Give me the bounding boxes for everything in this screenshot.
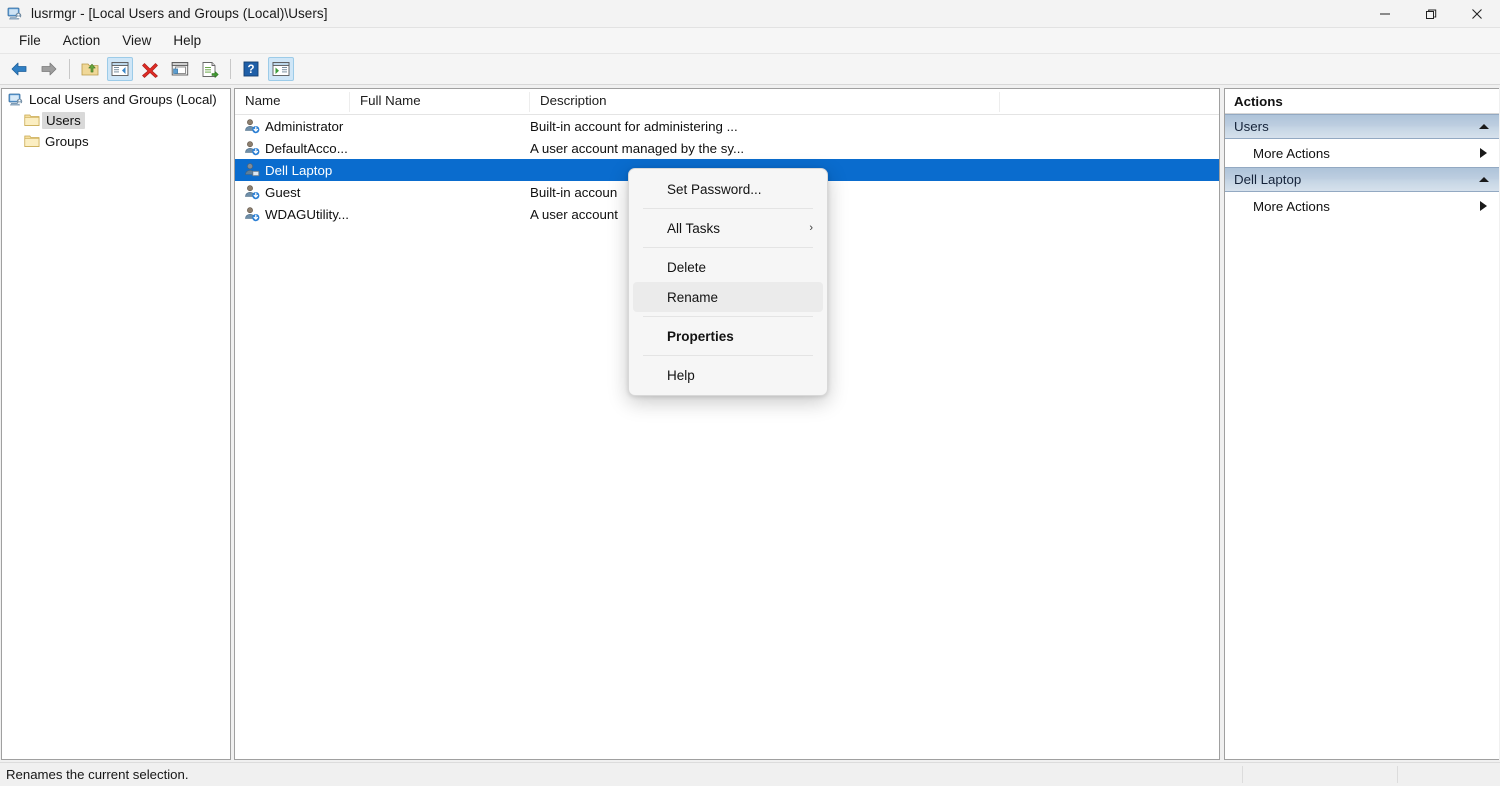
row-name-cell: WDAGUtility... bbox=[235, 206, 530, 222]
row-name-text: Guest bbox=[265, 185, 300, 200]
row-name-cell: DefaultAcco... bbox=[235, 140, 530, 156]
context-menu-separator bbox=[643, 316, 813, 317]
up-folder-icon[interactable] bbox=[77, 57, 103, 81]
minimize-button[interactable] bbox=[1362, 0, 1408, 28]
user-icon bbox=[244, 140, 260, 156]
lusrmgr-icon bbox=[7, 6, 23, 22]
tree-item-users[interactable]: Users bbox=[2, 110, 230, 131]
context-menu-label: All Tasks bbox=[667, 221, 720, 236]
user-icon bbox=[244, 162, 260, 178]
folder-icon bbox=[24, 113, 40, 129]
menu-help[interactable]: Help bbox=[162, 30, 212, 52]
tree-item-groups[interactable]: Groups bbox=[2, 131, 230, 152]
row-description-cell: A user account managed by the sy... bbox=[530, 141, 1130, 156]
user-icon bbox=[244, 118, 260, 134]
context-menu-item-help[interactable]: Help bbox=[633, 360, 823, 390]
menu-file[interactable]: File bbox=[8, 30, 52, 52]
tree-root-local-users-and-groups[interactable]: Local Users and Groups (Local) bbox=[2, 89, 230, 110]
action-label: More Actions bbox=[1253, 199, 1330, 214]
column-header-name[interactable]: Name bbox=[235, 89, 350, 115]
row-name-text: Dell Laptop bbox=[265, 163, 332, 178]
tree-item-users-label: Users bbox=[42, 112, 85, 129]
actions-group-header-users[interactable]: Users bbox=[1225, 114, 1499, 139]
caret-right-icon[interactable] bbox=[1480, 148, 1487, 158]
console-tree-pane: Local Users and Groups (Local) Users Gro… bbox=[1, 88, 231, 760]
row-description-cell: Built-in accoun bbox=[530, 185, 1130, 200]
lusrmgr-window: lusrmgr - [Local Users and Groups (Local… bbox=[0, 0, 1500, 786]
context-menu-separator bbox=[643, 208, 813, 209]
toolbar-separator-2 bbox=[230, 59, 231, 79]
toolbar: ? bbox=[0, 54, 1500, 85]
folder-icon bbox=[24, 134, 40, 150]
show-hide-console-tree-icon[interactable] bbox=[107, 57, 133, 81]
title-bar: lusrmgr - [Local Users and Groups (Local… bbox=[0, 0, 1500, 28]
delete-icon[interactable] bbox=[137, 57, 163, 81]
show-hide-action-pane-icon[interactable] bbox=[268, 57, 294, 81]
tree-root-label: Local Users and Groups (Local) bbox=[29, 92, 217, 107]
context-menu-item-set-password[interactable]: Set Password... bbox=[633, 174, 823, 204]
caret-up-icon[interactable] bbox=[1479, 124, 1489, 129]
list-column-headers: Name Full Name Description bbox=[235, 89, 1219, 115]
action-label: More Actions bbox=[1253, 146, 1330, 161]
menu-view[interactable]: View bbox=[111, 30, 162, 52]
status-bar-divider bbox=[1397, 766, 1398, 783]
context-menu-item-all-tasks[interactable]: All Tasks › bbox=[633, 213, 823, 243]
window-title: lusrmgr - [Local Users and Groups (Local… bbox=[31, 6, 328, 21]
context-menu-label: Help bbox=[667, 368, 695, 383]
actions-pane: Actions Users More Actions Dell Laptop M… bbox=[1224, 88, 1499, 760]
computer-icon bbox=[8, 92, 24, 108]
row-name-text: DefaultAcco... bbox=[265, 141, 348, 156]
user-icon bbox=[244, 206, 260, 222]
column-header-full-name[interactable]: Full Name bbox=[350, 89, 530, 115]
back-icon[interactable] bbox=[6, 57, 32, 81]
row-name-text: WDAGUtility... bbox=[265, 207, 349, 222]
context-menu-label: Delete bbox=[667, 260, 706, 275]
properties-icon[interactable] bbox=[167, 57, 193, 81]
row-name-cell: Guest bbox=[235, 184, 530, 200]
maximize-restore-button[interactable] bbox=[1408, 0, 1454, 28]
actions-pane-title: Actions bbox=[1225, 89, 1499, 114]
actions-group-header-dell-laptop[interactable]: Dell Laptop bbox=[1225, 167, 1499, 192]
row-description-cell: Built-in account for administering ... bbox=[530, 119, 1130, 134]
help-icon[interactable]: ? bbox=[238, 57, 264, 81]
row-name-cell: Dell Laptop bbox=[235, 162, 530, 178]
actions-group-title: Users bbox=[1234, 119, 1269, 134]
forward-icon[interactable] bbox=[36, 57, 62, 81]
caret-right-icon[interactable] bbox=[1480, 201, 1487, 211]
context-menu-label: Properties bbox=[667, 329, 734, 344]
context-menu-item-delete[interactable]: Delete bbox=[633, 252, 823, 282]
caret-up-icon[interactable] bbox=[1479, 177, 1489, 182]
actions-group-title: Dell Laptop bbox=[1234, 172, 1301, 187]
context-menu-item-properties[interactable]: Properties bbox=[633, 321, 823, 351]
toolbar-separator bbox=[69, 59, 70, 79]
context-menu: Set Password... All Tasks › Delete Renam… bbox=[628, 168, 828, 396]
context-menu-label: Set Password... bbox=[667, 182, 762, 197]
row-name-cell: Administrator bbox=[235, 118, 530, 134]
action-more-actions-dell-laptop[interactable]: More Actions bbox=[1225, 192, 1499, 220]
status-bar-divider bbox=[1242, 766, 1243, 783]
status-bar-text: Renames the current selection. bbox=[0, 767, 189, 782]
svg-text:?: ? bbox=[247, 64, 254, 76]
context-menu-separator bbox=[643, 355, 813, 356]
action-more-actions-users[interactable]: More Actions bbox=[1225, 139, 1499, 167]
close-button[interactable] bbox=[1454, 0, 1500, 28]
table-row[interactable]: DefaultAcco... A user account managed by… bbox=[235, 137, 1219, 159]
export-list-icon[interactable] bbox=[197, 57, 223, 81]
context-menu-item-rename[interactable]: Rename bbox=[633, 282, 823, 312]
context-menu-label: Rename bbox=[667, 290, 718, 305]
user-icon bbox=[244, 184, 260, 200]
menu-bar: File Action View Help bbox=[0, 28, 1500, 54]
row-name-text: Administrator bbox=[265, 119, 343, 134]
window-controls bbox=[1362, 0, 1500, 28]
chevron-right-icon: › bbox=[809, 222, 813, 234]
table-row[interactable]: Administrator Built-in account for admin… bbox=[235, 115, 1219, 137]
menu-action[interactable]: Action bbox=[52, 30, 112, 52]
column-header-description[interactable]: Description bbox=[530, 89, 1000, 115]
context-menu-separator bbox=[643, 247, 813, 248]
tree-item-groups-label: Groups bbox=[45, 134, 89, 149]
status-bar: Renames the current selection. bbox=[0, 762, 1500, 786]
row-description-cell: A user account bbox=[530, 207, 1130, 222]
